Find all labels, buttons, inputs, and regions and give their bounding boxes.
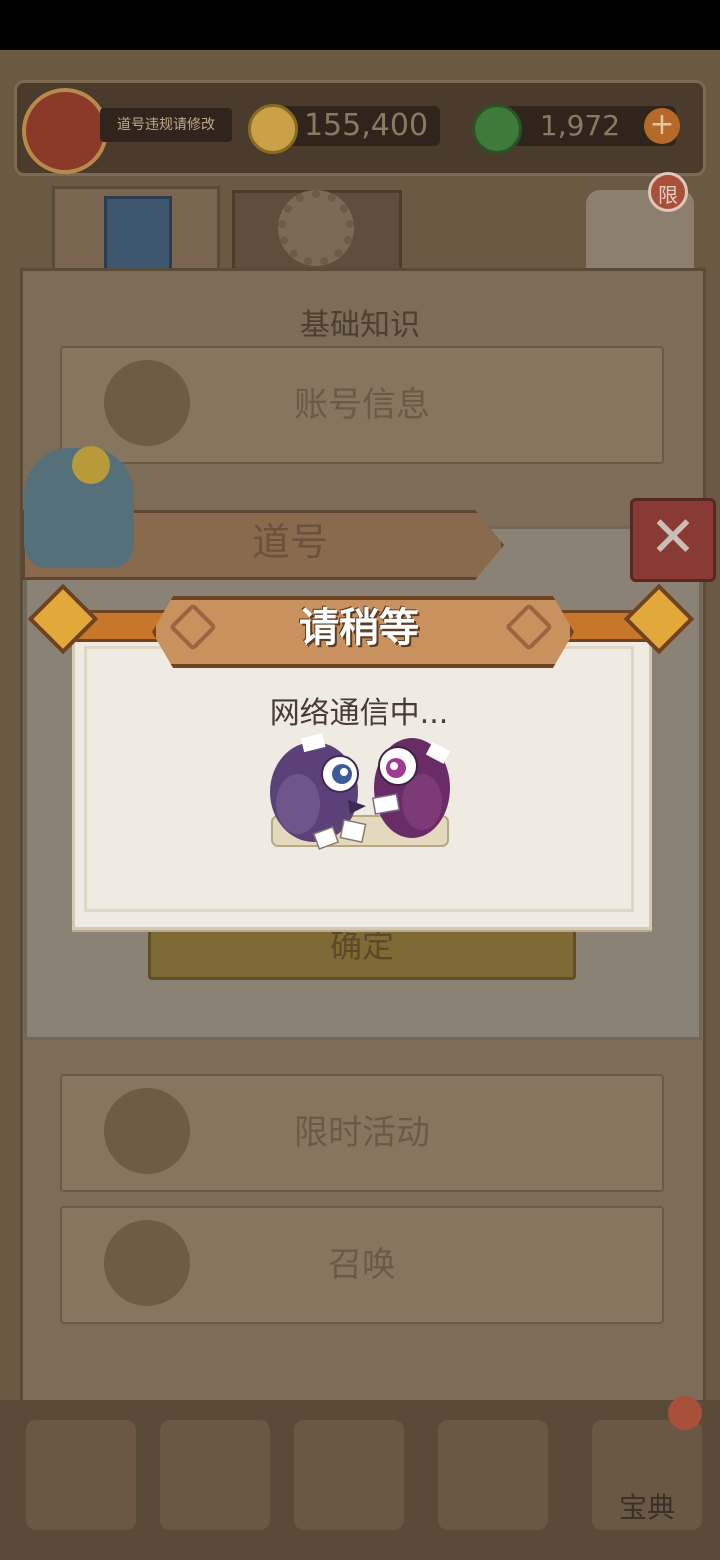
modal-message: 网络通信中... — [269, 696, 449, 731]
jade-value: 1,972 — [539, 109, 621, 142]
book-icon — [104, 196, 172, 274]
penguin-illustration — [270, 733, 451, 850]
gear-icon — [278, 190, 354, 266]
nav-market-building[interactable] — [438, 1420, 548, 1530]
snake-icon — [104, 360, 190, 446]
coin-value: 155,400 — [303, 108, 429, 143]
player-avatar[interactable] — [22, 88, 108, 174]
section-title: 基础知识 — [300, 308, 420, 343]
coin-icon — [248, 104, 298, 154]
close-button[interactable]: ✕ — [630, 498, 716, 582]
player-name[interactable]: 道号违规请修改 — [100, 108, 232, 142]
nav-clock-building[interactable] — [26, 1420, 136, 1530]
nav-tree-building[interactable] — [160, 1420, 270, 1530]
mascot-orb — [72, 446, 110, 484]
drum-icon — [104, 1220, 190, 1306]
hourglass-icon — [104, 1088, 190, 1174]
jade-coin-icon — [472, 104, 522, 154]
nav-badge — [668, 1396, 702, 1430]
modal-title: 请稍等 — [299, 605, 419, 651]
game-screen: 道号违规请修改 155,400 1,972 + 限 基础知识 账号信息 限时活动… — [0, 50, 720, 1560]
nav-temple-building[interactable] — [294, 1420, 404, 1530]
name-dialog-title: 道号 — [251, 520, 328, 564]
status-bar — [0, 0, 720, 50]
nav-codex-label: 宝典 — [618, 1491, 675, 1524]
limited-badge: 限 — [648, 172, 688, 212]
add-currency-button[interactable]: + — [644, 108, 680, 144]
